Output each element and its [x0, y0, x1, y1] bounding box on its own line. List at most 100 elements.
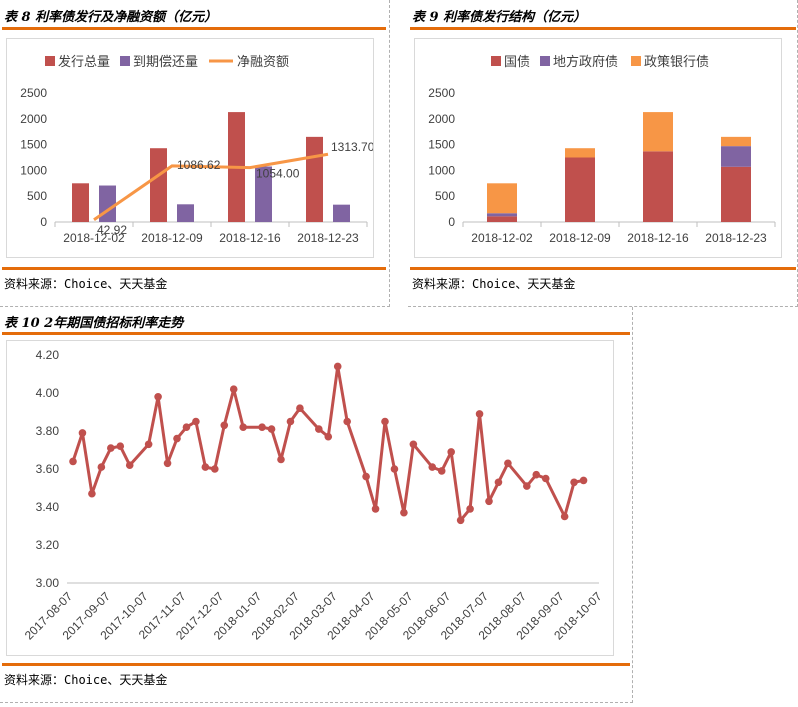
chart-8-ytick-label: 1000 [20, 163, 47, 177]
chart-10-point [97, 463, 106, 471]
chart-10-point [400, 508, 408, 517]
chart-10-point [229, 385, 238, 393]
chart-10-point [494, 478, 503, 487]
chart-10-point [390, 465, 399, 473]
chart-10-point [504, 459, 512, 468]
chart-9-xtick-label: 2018-12-02 [471, 231, 533, 245]
chart-8-data-label: 42.92 [97, 223, 127, 237]
panel-8-title: 表 8 利率债发行及净融资额（亿元） [4, 10, 218, 25]
chart-9-bar-treasury [721, 166, 751, 222]
chart-10-point [201, 463, 210, 471]
chart-10-point [437, 467, 446, 475]
chart-8-bar-issuance [150, 148, 167, 222]
chart-9-legend-swatch [491, 56, 501, 66]
panel-chart-9: 表 9 利率债发行结构（亿元） 0 500 1000 1500 2000 2500 2018… [408, 0, 798, 307]
chart-10-point [116, 442, 125, 450]
chart-10-point [163, 459, 172, 468]
chart-8-bar-maturity [333, 204, 350, 222]
chart-8-ytick-label: 2500 [20, 86, 47, 100]
panel-8-top-rule [2, 27, 386, 30]
panel-9-title: 表 9 利率债发行结构（亿元） [412, 10, 587, 25]
chart-10-point [78, 429, 87, 437]
chart-10-point [362, 472, 370, 481]
panel-chart-8: 表 8 利率债发行及净融资额（亿元） 0 500 1000 1500 2000 2500 2… [0, 0, 390, 307]
chart-8-ytick-label: 1500 [20, 138, 47, 152]
chart-9-bar-treasury [487, 216, 517, 222]
chart-8-data-label: 1054.00 [256, 167, 300, 181]
chart-10-point [570, 478, 578, 487]
chart-9-legend-label: 地方政府债 [553, 54, 618, 69]
chart-9-legend-label: 国债 [504, 54, 530, 69]
chart-9-ytick-label: 1500 [428, 138, 455, 152]
chart-10-point [343, 417, 351, 426]
chart-9-svg: 0 500 1000 1500 2000 2500 2018-12-02 2018-12-09… [428, 54, 776, 245]
chart-9-bar-policy-bank [721, 136, 751, 147]
chart-10-box: 3.00 3.20 3.40 3.60 3.80 4.00 4.20 2017-08-07 20… [6, 340, 614, 656]
chart-8-bar-issuance [72, 183, 89, 222]
chart-10-point [192, 417, 200, 426]
panel-10-source: 资料来源：Choice、天天基金 [4, 673, 168, 687]
chart-10-point [485, 497, 493, 506]
chart-8-ytick-label: 500 [27, 189, 47, 203]
chart-10-point [267, 425, 276, 433]
chart-10-point [523, 482, 531, 490]
chart-10-point [211, 465, 219, 473]
chart-9-ytick-label: 0 [448, 215, 455, 229]
chart-10-point [315, 425, 323, 433]
chart-8-bar-maturity [99, 185, 116, 222]
chart-8-legend-label: 净融资额 [237, 54, 289, 69]
chart-8-bar-issuance [306, 136, 323, 222]
panel-10-top-rule [2, 332, 630, 335]
chart-8-legend-swatch [120, 56, 130, 66]
chart-10-point [182, 423, 191, 431]
chart-10-ytick-label: 3.00 [36, 576, 60, 590]
chart-10-point [173, 434, 181, 443]
chart-9-bar-treasury [565, 157, 595, 222]
chart-8-data-label: 1313.70 [331, 140, 373, 154]
chart-10-point [381, 417, 389, 426]
chart-8-data-label: 1086.62 [177, 158, 221, 172]
chart-10-ytick-label: 3.20 [36, 538, 60, 552]
panel-10-title: 表 10 2年期国债招标利率走势 [4, 316, 184, 331]
chart-10-svg: 3.003.203.403.603.804.004.202017-08-0720… [22, 348, 605, 643]
chart-8-xtick-label: 2018-12-16 [219, 231, 281, 245]
chart-10-point [69, 457, 77, 466]
panel-9-bottom-rule [410, 267, 796, 270]
chart-10-point [324, 432, 333, 441]
chart-10-point [220, 421, 229, 430]
chart-10-point [541, 474, 550, 483]
chart-9-legend-swatch [540, 56, 550, 66]
chart-9-xtick-label: 2018-12-23 [705, 231, 767, 245]
panel-9-source: 资料来源：Choice、天天基金 [412, 277, 576, 291]
chart-10-point [88, 489, 96, 498]
chart-10-ytick-label: 3.60 [36, 462, 60, 476]
chart-8-legend-label: 到期偿还量 [133, 54, 198, 69]
chart-10-point [154, 393, 162, 401]
chart-10-point [409, 440, 418, 449]
chart-9-bar-treasury [643, 151, 673, 222]
chart-10-point [475, 410, 484, 418]
chart-10-point [371, 505, 380, 513]
chart-10-point [560, 512, 569, 521]
chart-10-point [144, 440, 153, 449]
chart-8-legend-swatch [45, 56, 55, 66]
panel-8-source: 资料来源：Choice、天天基金 [4, 277, 168, 291]
chart-10-point [258, 423, 266, 431]
chart-9-box: 0 500 1000 1500 2000 2500 2018-12-02 2018-12-09… [414, 38, 782, 258]
chart-10-point [296, 404, 304, 412]
chart-9-legend-label: 政策银行债 [644, 54, 709, 69]
chart-9-bar-policy-bank [565, 148, 595, 158]
chart-10-ytick-label: 3.80 [36, 424, 60, 438]
chart-10-ytick-label: 4.00 [36, 386, 60, 400]
chart-10-ytick-label: 3.40 [36, 500, 60, 514]
chart-9-ytick-label: 1000 [428, 163, 455, 177]
chart-10-ytick-label: 4.20 [36, 348, 60, 362]
chart-9-xtick-label: 2018-12-16 [627, 231, 689, 245]
chart-10-point [239, 423, 247, 431]
chart-8-xtick-label: 2018-12-23 [297, 231, 359, 245]
chart-10-point [532, 470, 541, 479]
chart-9-bar-policy-bank [487, 183, 517, 214]
chart-8-legend-label: 发行总量 [58, 54, 110, 69]
chart-9-xtick-label: 2018-12-09 [549, 231, 611, 245]
chart-10-point [456, 516, 465, 525]
